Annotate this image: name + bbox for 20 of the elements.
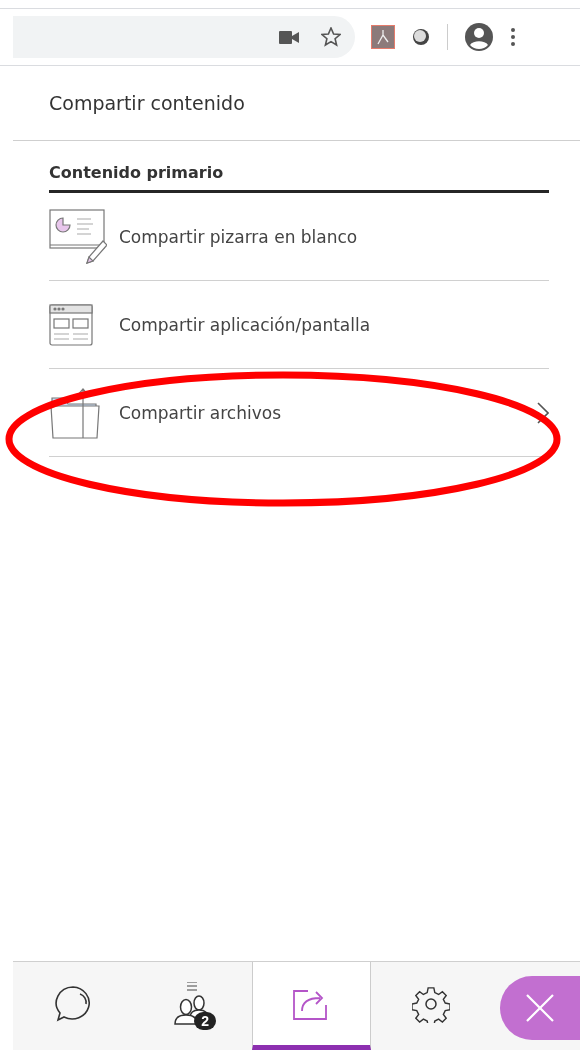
more-icon[interactable] xyxy=(510,27,516,47)
address-bar[interactable] xyxy=(13,16,355,58)
chevron-right-icon xyxy=(537,401,549,424)
pdf-extension-icon[interactable] xyxy=(371,25,395,49)
share-option[interactable]: Compartir aplicación/pantalla xyxy=(49,281,549,369)
close-button[interactable] xyxy=(500,976,580,1040)
tab[interactable] xyxy=(251,962,372,1050)
account-icon[interactable] xyxy=(464,22,494,52)
window-icon xyxy=(49,303,93,346)
close-icon xyxy=(525,993,556,1023)
panel-title: Compartir contenido xyxy=(13,66,580,141)
star-icon[interactable] xyxy=(321,27,341,47)
circle-extension-icon[interactable] xyxy=(411,27,431,47)
section-heading: Contenido primario xyxy=(49,163,549,193)
whiteboard-icon xyxy=(49,208,107,265)
video-camera-icon[interactable] xyxy=(279,30,299,44)
share-option[interactable]: Compartir pizarra en blanco xyxy=(49,193,549,281)
count-badge: 2 xyxy=(194,1012,217,1030)
settings-icon xyxy=(411,984,450,1023)
chat-icon xyxy=(53,984,92,1023)
